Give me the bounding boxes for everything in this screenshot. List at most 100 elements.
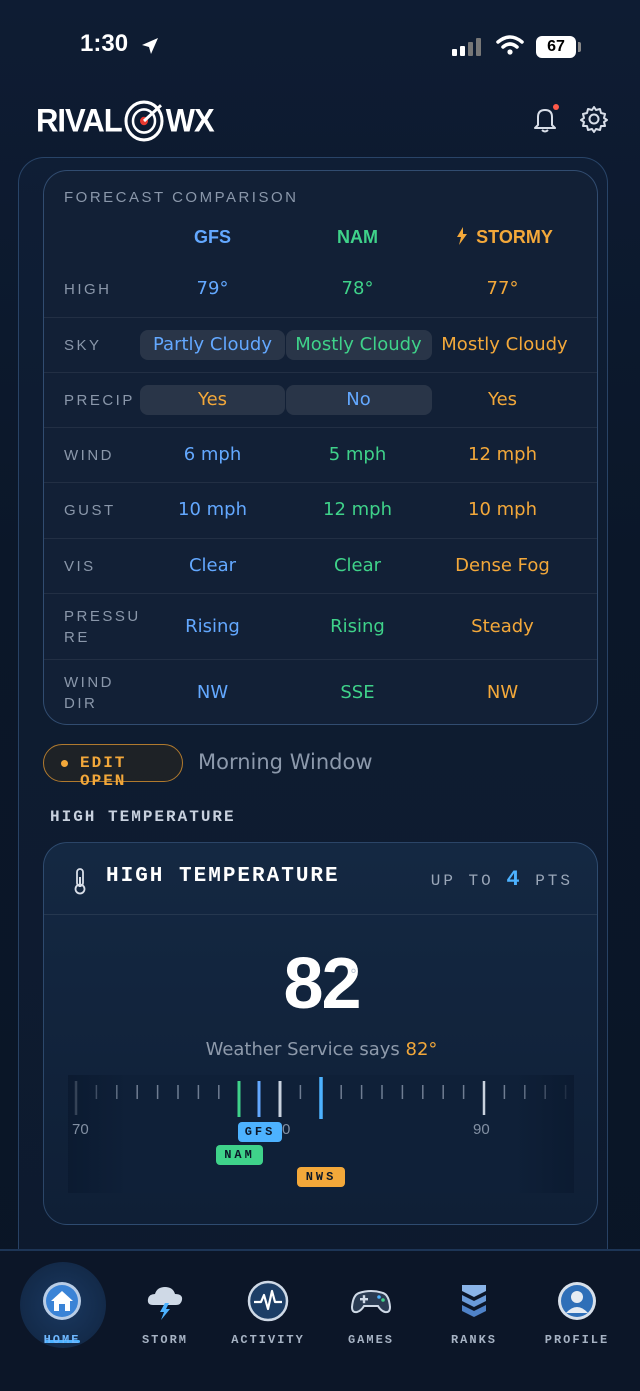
home-icon [43,1282,81,1320]
section-label: HIGH TEMPERATURE [50,808,236,826]
nav-label: PROFILE [544,1333,610,1347]
temperature-value: 82 [283,944,361,1024]
battery-level: 67 [536,36,576,58]
logo-text-right: WX [165,102,215,139]
stormy-value: Dense Fog [455,555,550,576]
cell-signal-icon [452,38,481,56]
app-logo: RIVAL WX [36,99,215,143]
ws-value: 82° [405,1039,438,1060]
stormy-value: Mostly Cloudy [441,334,568,355]
radar-logo-icon [124,100,164,142]
nav-label: ACTIVITY [231,1333,305,1347]
gfs-marker-tag: GFS [238,1122,282,1142]
nav-storm[interactable]: STORM [120,1263,210,1363]
ranks-chevrons-icon [462,1285,486,1317]
profile-avatar-icon [558,1282,596,1320]
stormy-label: STORMY [476,227,553,247]
nav-profile[interactable]: PROFILE [532,1263,622,1363]
location-arrow-icon [142,38,158,54]
nav-activity[interactable]: ACTIVITY [223,1263,313,1363]
comparison-row-gust: GUST 10 mph 12 mph 10 mph [44,482,597,538]
comparison-row-wind: WIND 6 mph 5 mph 12 mph [44,427,597,482]
row-label: WIND DIR [64,674,114,712]
settings-gear-icon[interactable] [579,104,609,134]
nam-value: Mostly Cloudy [295,334,422,355]
comparison-row-pressure: PRESSURE Rising Rising Steady [44,593,597,659]
row-label: HIGH [64,281,112,298]
row-label: PRESSURE [64,608,141,646]
edit-status-text: EDIT OPEN [80,754,127,790]
column-header-stormy: STORMY [432,227,577,248]
notification-badge [553,104,559,110]
nws-marker-tag: NWS [297,1167,345,1187]
status-dot [61,760,68,767]
nam-marker-tag: NAM [216,1145,263,1165]
nav-label: RANKS [450,1333,497,1347]
nam-value: Rising [330,616,385,637]
pts-suffix: PTS [535,872,573,890]
stormy-value: 10 mph [468,499,537,520]
row-label: GUST [64,502,116,519]
battery-tip [578,42,581,52]
pts-prefix: UP TO [430,872,494,890]
comparison-row-precip: PRECIP Yes No Yes [44,372,597,427]
comparison-row-sky: SKY Partly Cloudy Mostly Cloudy Mostly C… [44,317,597,372]
row-label: WIND [64,447,114,464]
row-label: VIS [64,558,96,575]
status-time: 1:30 [80,30,129,57]
gfs-value: Clear [188,555,237,576]
thermometer-icon [74,868,86,895]
lightning-icon [457,227,468,245]
nav-label: STORM [141,1333,188,1347]
weather-service-note: Weather Service says 82° [44,1039,597,1060]
comparison-row-vis: VIS Clear Clear Dense Fog [44,538,597,593]
gamepad-icon [350,1290,392,1314]
stormy-value: 12 mph [468,444,537,465]
nav-label: HOME [43,1333,81,1347]
high-temperature-card: HIGH TEMPERATURE UP TO 4 PTS 82 ° Weathe… [43,842,598,1225]
ruler-label-90: 90 [473,1121,490,1138]
gfs-value: Yes [197,389,228,410]
nam-value: SSE [340,682,375,703]
status-bar: 1:30 67 [0,0,640,90]
comparison-title: FORECAST COMPARISON [64,189,299,206]
degree-symbol: ° [350,967,357,983]
storm-cloud-icon [147,1287,183,1320]
nam-value: Clear [333,555,382,576]
comparison-row-high: HIGH 79° 78° 77° [44,263,597,317]
card-title: HIGH TEMPERATURE [106,865,340,888]
nam-value: 5 mph [328,444,387,465]
nam-value: 78° [341,278,374,299]
row-label: PRECIP [64,392,135,409]
nam-value: 12 mph [323,499,392,520]
logo-text-left: RIVAL [36,102,123,139]
nam-value: No [346,389,371,410]
nav-home[interactable]: HOME [17,1263,107,1363]
gfs-value: 79° [196,278,229,299]
ruler-label-70: 70 [72,1121,89,1138]
gfs-value: Rising [185,616,240,637]
activity-pulse-icon [247,1280,289,1322]
gfs-value: 10 mph [178,499,247,520]
points-badge: UP TO 4 PTS [431,867,573,892]
gfs-value: NW [196,682,229,703]
stormy-value: NW [486,682,519,703]
column-header-nam: NAM [337,227,378,247]
temperature-slider[interactable]: 70 0 90 GFS NAM NWS [68,1075,574,1195]
stormy-value: Steady [471,616,534,637]
gfs-value: 6 mph [183,444,242,465]
nav-label: GAMES [347,1333,394,1347]
forecast-window-label: Morning Window [198,750,373,774]
stormy-value: 77° [486,278,519,299]
pts-value: 4 [506,867,523,892]
row-label: SKY [64,337,102,354]
ws-prefix: Weather Service says [205,1039,400,1060]
column-header-gfs: GFS [193,227,231,247]
card-header: HIGH TEMPERATURE UP TO 4 PTS [44,843,597,915]
gfs-value: Partly Cloudy [153,334,272,355]
edit-open-badge[interactable]: EDIT OPEN [43,744,183,790]
comparison-row-wind-dir: WIND DIR NW SSE NW [44,659,597,724]
forecast-comparison-card: FORECAST COMPARISON GFS NAM STORMY HIGH … [43,170,598,725]
nav-games[interactable]: GAMES [326,1263,416,1363]
nav-ranks[interactable]: RANKS [429,1263,519,1363]
